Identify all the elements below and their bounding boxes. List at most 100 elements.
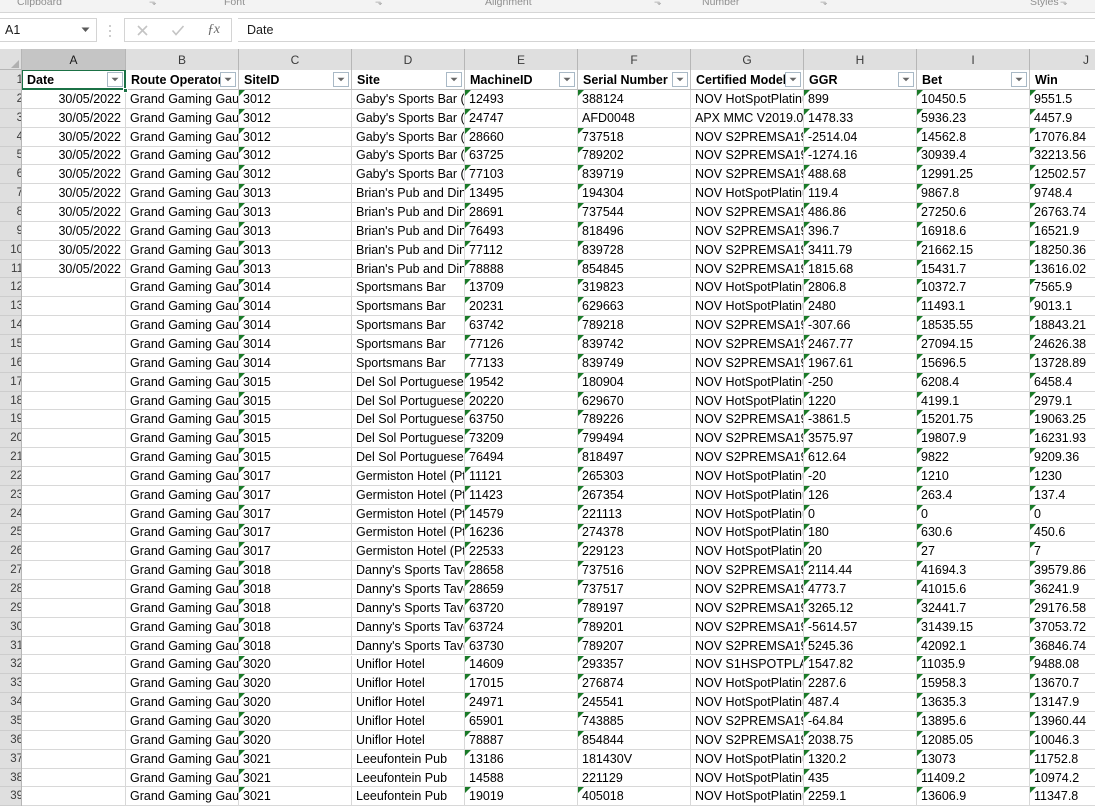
cell-C35[interactable]: 3020 bbox=[239, 712, 352, 731]
cell-H33[interactable]: 2287.6 bbox=[804, 674, 917, 694]
cell-E18[interactable]: 20220 bbox=[465, 391, 578, 411]
cell-F8[interactable]: 737544 bbox=[578, 203, 691, 222]
cell-J30[interactable]: 37053.72 bbox=[1030, 617, 1095, 637]
cell-A9[interactable]: 30/05/2022 bbox=[22, 221, 126, 241]
cell-J27[interactable]: 39579.86 bbox=[1030, 561, 1095, 581]
cell-A36[interactable] bbox=[22, 730, 126, 750]
cell-D23[interactable]: Germiston Hotel (Pty) Ltd bbox=[352, 485, 465, 505]
chevron-down-icon[interactable] bbox=[74, 19, 96, 41]
cell-B12[interactable]: Grand Gaming Gauteng bbox=[126, 278, 239, 298]
cell-B32[interactable]: Grand Gaming Gauteng bbox=[126, 655, 239, 675]
cell-C29[interactable]: 3018 bbox=[239, 598, 352, 618]
cell-H7[interactable]: 119.4 bbox=[804, 184, 917, 204]
formula-input[interactable]: Date bbox=[238, 18, 1095, 42]
cell-J20[interactable]: 16231.93 bbox=[1030, 429, 1095, 449]
cell-G12[interactable]: NOV HotSpotPlatinum bbox=[691, 278, 804, 298]
row-header-35[interactable]: 35 bbox=[0, 712, 21, 731]
cell-A35[interactable] bbox=[22, 712, 126, 731]
cell-E14[interactable]: 63742 bbox=[465, 316, 578, 336]
cell-D7[interactable]: Brian's Pub and Diner bbox=[352, 184, 465, 204]
cell-C13[interactable]: 3014 bbox=[239, 297, 352, 317]
cell-G25[interactable]: NOV HotSpotPlatinum bbox=[691, 523, 804, 543]
cell-J16[interactable]: 13728.89 bbox=[1030, 353, 1095, 373]
header-cell-H1[interactable]: GGR bbox=[804, 70, 917, 90]
row-header-16[interactable]: 16 bbox=[0, 353, 21, 373]
cell-A32[interactable] bbox=[22, 655, 126, 675]
cell-J17[interactable]: 6458.4 bbox=[1030, 372, 1095, 392]
cell-E25[interactable]: 16236 bbox=[465, 523, 578, 543]
cell-G11[interactable]: NOV S2PREMSA19 bbox=[691, 259, 804, 279]
cell-H20[interactable]: 3575.97 bbox=[804, 429, 917, 449]
row-header-21[interactable]: 21 bbox=[0, 448, 21, 467]
filter-dropdown-icon[interactable] bbox=[446, 72, 462, 87]
cell-J10[interactable]: 18250.36 bbox=[1030, 240, 1095, 260]
cell-E31[interactable]: 63730 bbox=[465, 636, 578, 656]
cell-B19[interactable]: Grand Gaming Gauteng bbox=[126, 410, 239, 430]
cell-C27[interactable]: 3018 bbox=[239, 561, 352, 581]
cell-B28[interactable]: Grand Gaming Gauteng bbox=[126, 580, 239, 599]
cell-I5[interactable]: 30939.4 bbox=[917, 146, 1030, 166]
row-header-4[interactable]: 4 bbox=[0, 127, 21, 147]
cell-G20[interactable]: NOV S2PREMSA19 bbox=[691, 429, 804, 449]
cell-D28[interactable]: Danny's Sports Tavern bbox=[352, 580, 465, 599]
cell-G18[interactable]: NOV HotSpotPlatinum bbox=[691, 391, 804, 411]
cell-F31[interactable]: 789207 bbox=[578, 636, 691, 656]
cell-H4[interactable]: -2514.04 bbox=[804, 127, 917, 147]
row-header-17[interactable]: 17 bbox=[0, 372, 21, 392]
column-header-H[interactable]: H bbox=[804, 49, 917, 70]
cell-J12[interactable]: 7565.9 bbox=[1030, 278, 1095, 298]
cell-I13[interactable]: 11493.1 bbox=[917, 297, 1030, 317]
cell-J9[interactable]: 16521.9 bbox=[1030, 221, 1095, 241]
cell-D26[interactable]: Germiston Hotel (Pty) Ltd bbox=[352, 542, 465, 562]
cell-D4[interactable]: Gaby's Sports Bar (Pty) Ltd bbox=[352, 127, 465, 147]
row-header-32[interactable]: 32 bbox=[0, 655, 21, 675]
cell-A13[interactable] bbox=[22, 297, 126, 317]
cell-D5[interactable]: Gaby's Sports Bar (Pty) Ltd bbox=[352, 146, 465, 166]
cell-H14[interactable]: -307.66 bbox=[804, 316, 917, 336]
cell-D2[interactable]: Gaby's Sports Bar (Pty) Ltd bbox=[352, 90, 465, 109]
cell-F11[interactable]: 854845 bbox=[578, 259, 691, 279]
cell-H21[interactable]: 612.64 bbox=[804, 448, 917, 467]
cell-G16[interactable]: NOV S2PREMSA19 bbox=[691, 353, 804, 373]
cell-H32[interactable]: 1547.82 bbox=[804, 655, 917, 675]
cell-F35[interactable]: 743885 bbox=[578, 712, 691, 731]
cell-D29[interactable]: Danny's Sports Tavern bbox=[352, 598, 465, 618]
cell-I17[interactable]: 6208.4 bbox=[917, 372, 1030, 392]
cell-G24[interactable]: NOV HotSpotPlatinum bbox=[691, 504, 804, 524]
cell-A29[interactable] bbox=[22, 598, 126, 618]
cell-C24[interactable]: 3017 bbox=[239, 504, 352, 524]
cell-J37[interactable]: 11752.8 bbox=[1030, 749, 1095, 769]
cell-E15[interactable]: 77126 bbox=[465, 335, 578, 354]
cell-F15[interactable]: 839742 bbox=[578, 335, 691, 354]
cell-F27[interactable]: 737516 bbox=[578, 561, 691, 581]
cell-G5[interactable]: NOV S2PREMSA19 bbox=[691, 146, 804, 166]
cell-I22[interactable]: 1210 bbox=[917, 467, 1030, 486]
cell-H12[interactable]: 2806.8 bbox=[804, 278, 917, 298]
cell-H13[interactable]: 2480 bbox=[804, 297, 917, 317]
cell-G28[interactable]: NOV S2PREMSA19 bbox=[691, 580, 804, 599]
cell-I15[interactable]: 27094.15 bbox=[917, 335, 1030, 354]
header-cell-F1[interactable]: Serial Number bbox=[578, 70, 691, 90]
header-cell-A1[interactable]: Date bbox=[22, 70, 126, 90]
cell-A11[interactable]: 30/05/2022 bbox=[22, 259, 126, 279]
cell-B10[interactable]: Grand Gaming Gauteng bbox=[126, 240, 239, 260]
cell-I10[interactable]: 21662.15 bbox=[917, 240, 1030, 260]
cell-G8[interactable]: NOV S2PREMSA19 bbox=[691, 203, 804, 222]
row-header-36[interactable]: 36 bbox=[0, 730, 21, 750]
row-header-11[interactable]: 11 bbox=[0, 259, 21, 279]
formula-bar-grip[interactable] bbox=[103, 23, 117, 39]
cell-I11[interactable]: 15431.7 bbox=[917, 259, 1030, 279]
header-cell-J1[interactable]: Win bbox=[1030, 70, 1095, 90]
cell-G38[interactable]: NOV HotSpotPlatinum bbox=[691, 768, 804, 788]
cell-G30[interactable]: NOV S2PREMSA19 bbox=[691, 617, 804, 637]
cell-D34[interactable]: Uniflor Hotel bbox=[352, 693, 465, 713]
cell-D17[interactable]: Del Sol Portuguese Rest bbox=[352, 372, 465, 392]
cell-B37[interactable]: Grand Gaming Gauteng bbox=[126, 749, 239, 769]
cell-E19[interactable]: 63750 bbox=[465, 410, 578, 430]
cell-F30[interactable]: 789201 bbox=[578, 617, 691, 637]
column-header-B[interactable]: B bbox=[126, 49, 239, 70]
cell-B8[interactable]: Grand Gaming Gauteng bbox=[126, 203, 239, 222]
cell-C28[interactable]: 3018 bbox=[239, 580, 352, 599]
cell-B2[interactable]: Grand Gaming Gauteng bbox=[126, 90, 239, 109]
row-header-20[interactable]: 20 bbox=[0, 429, 21, 449]
